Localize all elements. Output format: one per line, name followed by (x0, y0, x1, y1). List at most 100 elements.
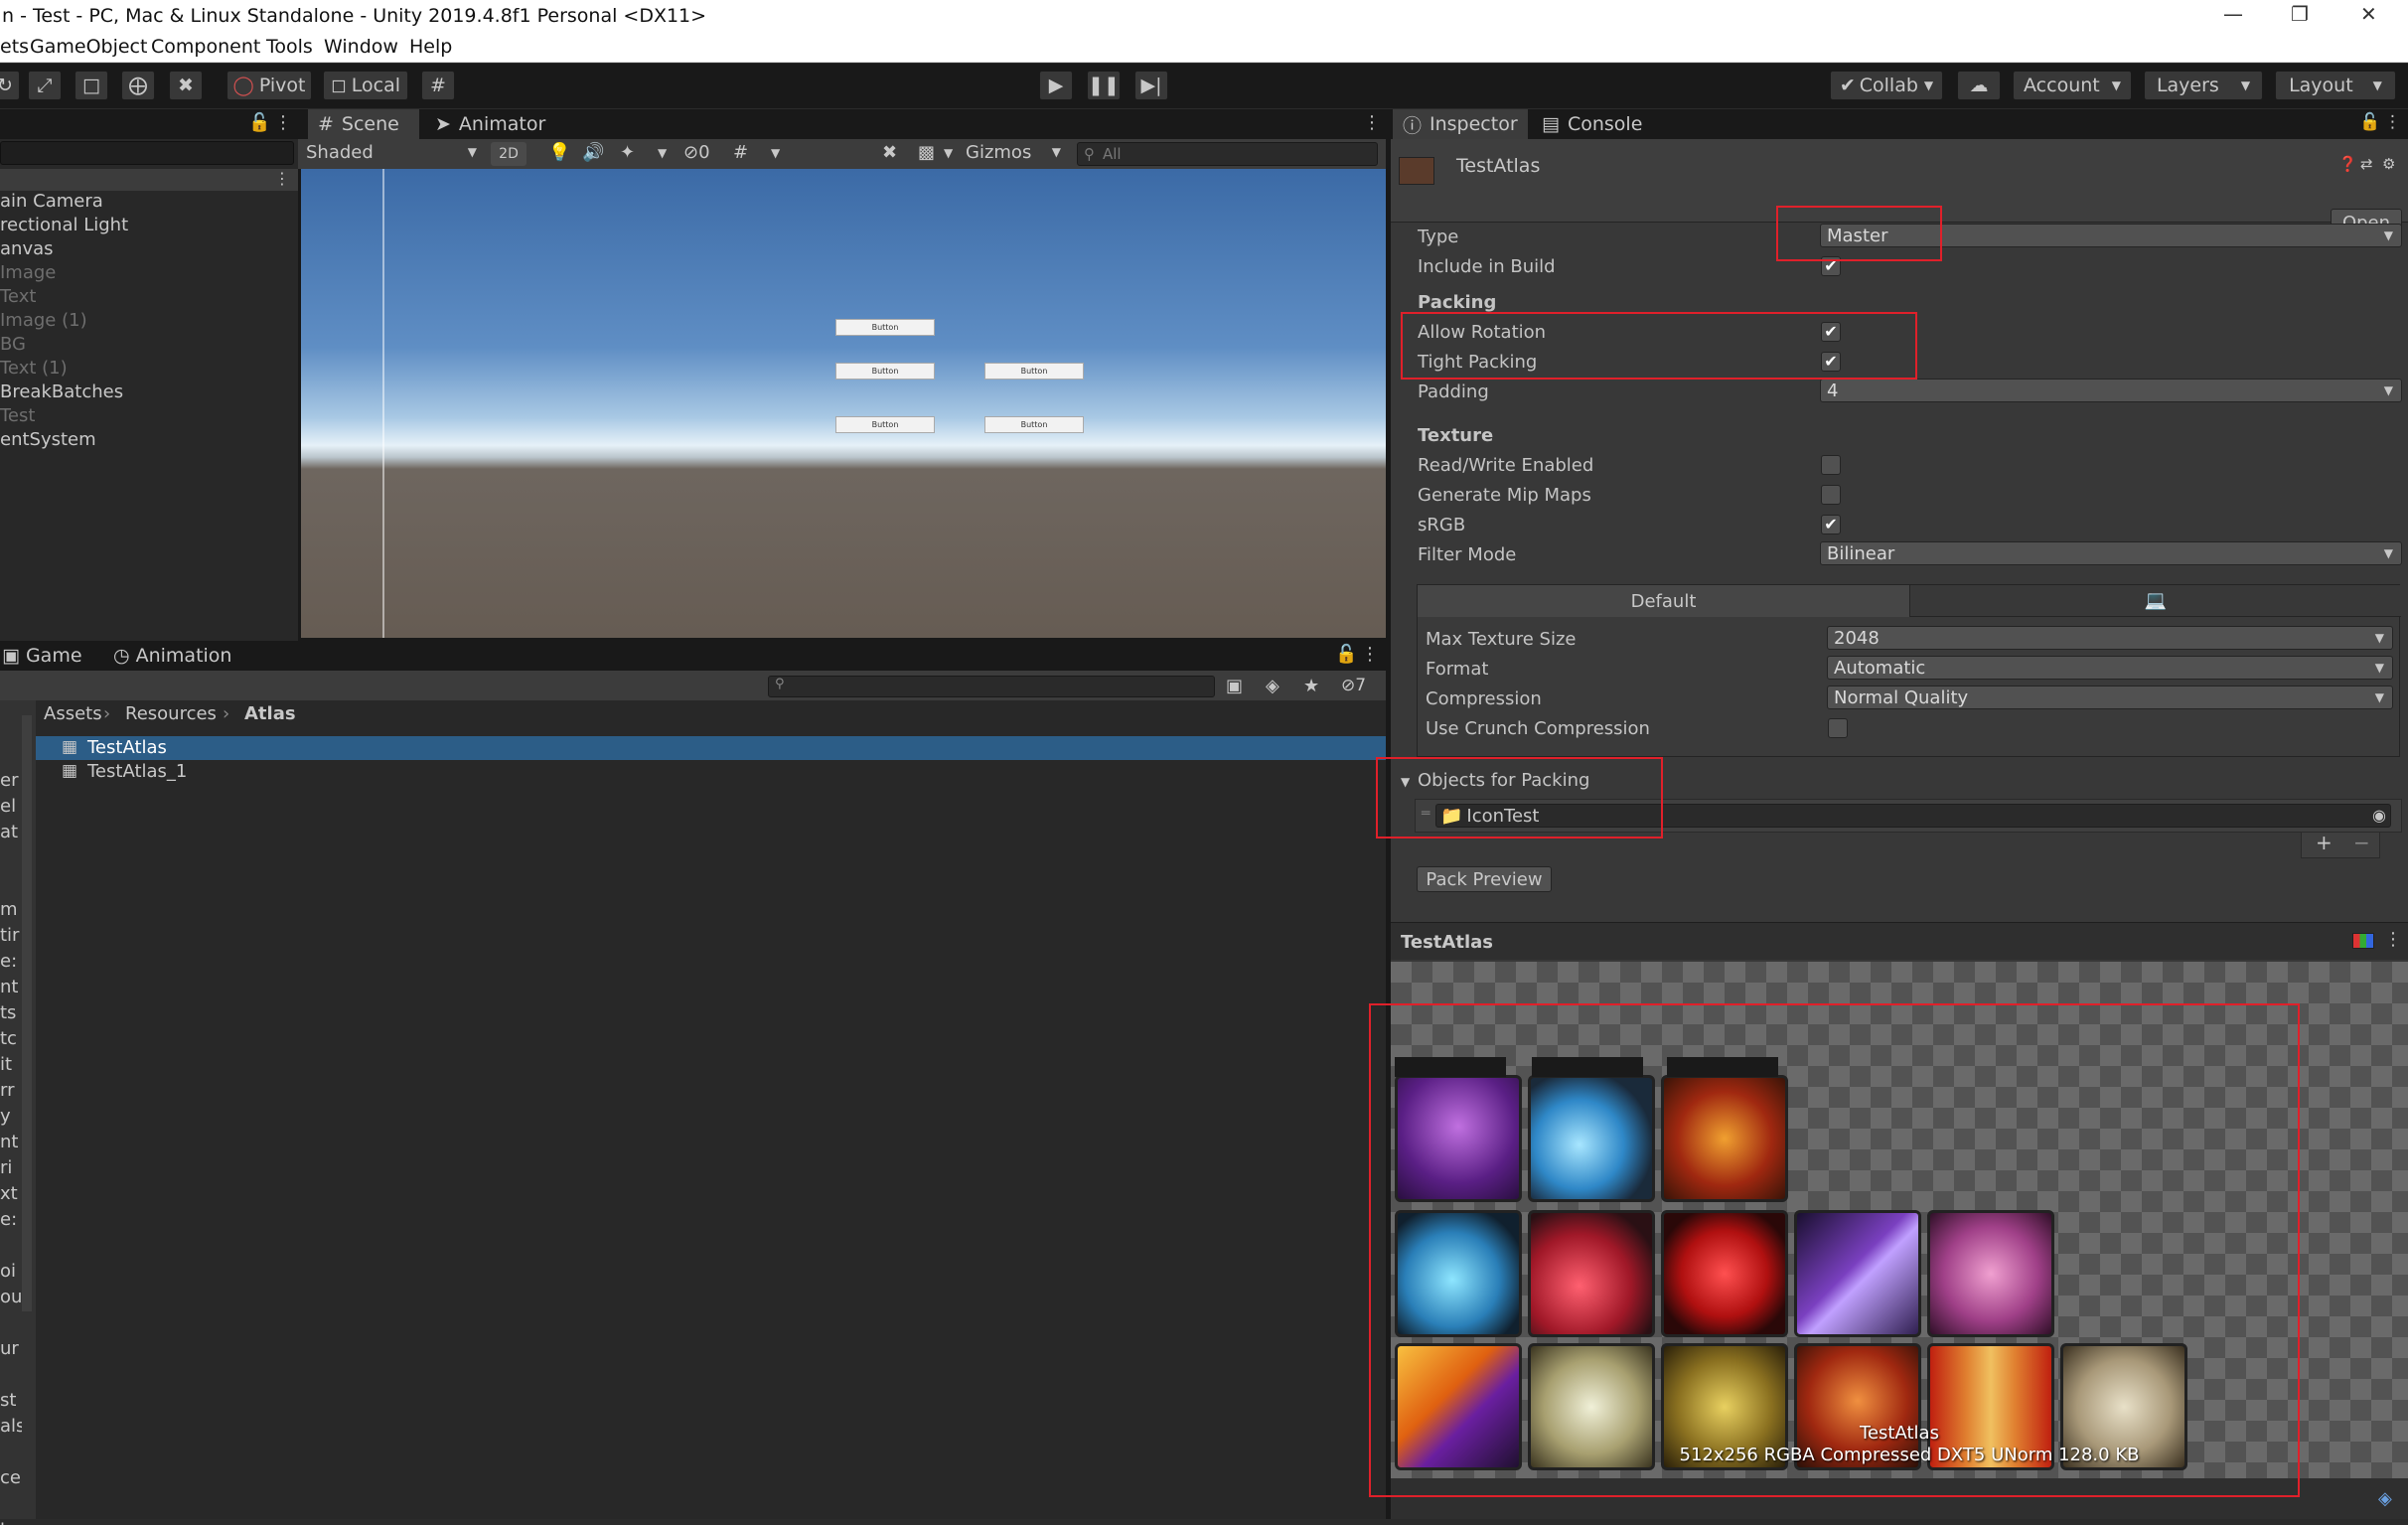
file-row[interactable]: ▦ TestAtlas_1 (36, 760, 1386, 784)
remove-icon[interactable]: − (2353, 831, 2370, 854)
scale-tool-icon[interactable]: ⤢ (28, 71, 62, 100)
menu-tools[interactable]: Tools (266, 36, 313, 58)
filter-type-icon[interactable]: ▣ (1226, 676, 1243, 696)
star-icon[interactable]: ★ (1303, 676, 1319, 696)
collab-dropdown[interactable]: ✔ Collab ▼ (1830, 71, 1943, 100)
scene-ui-button[interactable]: Button (984, 363, 1084, 380)
hierarchy-item[interactable]: entSystem (0, 429, 96, 450)
folder-tree-item[interactable]: e: (0, 1209, 17, 1230)
more-icon[interactable]: ⋮ (1363, 112, 1381, 133)
menu-assets[interactable]: ets (0, 36, 29, 58)
folder-tree-item[interactable]: ou (0, 1287, 22, 1307)
more-icon[interactable]: ⋮ (1361, 644, 1379, 665)
folder-tree-item[interactable]: ur (0, 1338, 19, 1359)
breadcrumb-resources[interactable]: Resources (125, 703, 217, 724)
folder-tree-item[interactable]: ts (0, 1002, 16, 1023)
tools-icon[interactable]: ✖ (882, 142, 897, 163)
folder-tree-item[interactable]: st (0, 1390, 16, 1411)
folder-tree-item[interactable]: tc (0, 1028, 17, 1049)
mip-maps-checkbox[interactable] (1821, 485, 1841, 505)
folder-tree-item[interactable]: rr (0, 1080, 14, 1101)
breadcrumb-assets[interactable]: Assets (44, 703, 102, 724)
toggle-2d-button[interactable]: 2D (491, 142, 527, 166)
tab-console[interactable]: ▤ Console (1532, 109, 1661, 139)
add-icon[interactable]: + (2316, 831, 2333, 854)
hidden-packages-toggle[interactable]: ⊘7 (1341, 676, 1366, 695)
grid-icon[interactable]: # (733, 142, 748, 163)
file-row-selected[interactable]: ▦ TestAtlas (36, 736, 1386, 760)
folder-tree-scrollbar[interactable] (22, 715, 32, 1311)
gear-icon[interactable]: ⚙ (2382, 155, 2395, 173)
layers-dropdown[interactable]: Layers ▼ (2144, 71, 2263, 100)
account-dropdown[interactable]: Account ▼ (2013, 71, 2132, 100)
folder-tree-item[interactable]: y (0, 1106, 11, 1127)
project-search-input[interactable]: ⚲ (768, 676, 1215, 697)
more-icon[interactable]: ⋮ (274, 112, 292, 133)
lock-icon[interactable]: 🔓 (248, 112, 270, 133)
menu-component[interactable]: Component (151, 36, 260, 58)
help-icon[interactable]: ❓ (2338, 155, 2357, 173)
more-icon[interactable]: ⋮ (2384, 112, 2401, 132)
folder-tree-item[interactable]: nt (0, 1132, 18, 1152)
menu-help[interactable]: Help (409, 36, 452, 58)
folder-tree-item[interactable]: it (0, 1054, 12, 1075)
hierarchy-item[interactable]: rectional Light (0, 215, 128, 235)
folder-tree-item[interactable]: ts (0, 1519, 16, 1525)
tab-animation[interactable]: ◷ Animation (103, 641, 242, 671)
format-dropdown[interactable]: Automatic ▼ (1827, 656, 2393, 680)
cloud-button[interactable]: ☁ (1957, 71, 2001, 100)
compression-dropdown[interactable]: Normal Quality ▼ (1827, 686, 2393, 709)
scene-ui-button[interactable]: Button (984, 416, 1084, 433)
more-icon[interactable]: ⋮ (274, 169, 290, 188)
object-picker-icon[interactable]: ◉ (2372, 806, 2386, 825)
hierarchy-item[interactable]: BreakBatches (0, 381, 123, 402)
rotate-tool-icon[interactable]: ↻ (0, 71, 20, 100)
lock-icon[interactable]: 🔓 (2359, 112, 2380, 132)
lock-icon[interactable]: 🔓 (1335, 644, 1357, 665)
shading-dropdown[interactable]: Shaded ▼ (306, 142, 477, 163)
hierarchy-item[interactable]: anvas (0, 238, 54, 259)
folder-tree-item[interactable]: m (0, 899, 18, 920)
step-button[interactable]: ▶| (1134, 71, 1168, 100)
local-toggle[interactable]: ◻ Local (323, 71, 408, 100)
folder-tree-item[interactable]: oi (0, 1261, 16, 1282)
scene-viewport[interactable]: Button Button Button Button Button (301, 169, 1386, 638)
folder-tree-item[interactable]: e: (0, 951, 17, 972)
tab-inspector[interactable]: ⓘ Inspector (1393, 109, 1528, 139)
scene-search-input[interactable]: ⚲ All (1077, 142, 1378, 166)
label-icon[interactable]: ◈ (1266, 676, 1279, 696)
camera-icon[interactable]: ▩ (918, 142, 935, 163)
pack-preview-button[interactable]: Pack Preview (1417, 866, 1552, 892)
srgb-checkbox[interactable]: ✔ (1821, 515, 1841, 534)
hierarchy-item[interactable]: Image (0, 262, 56, 283)
folder-tree-item[interactable]: ce (0, 1467, 21, 1488)
scene-ui-button[interactable]: Button (835, 416, 935, 433)
read-write-checkbox[interactable] (1821, 455, 1841, 475)
folder-tree-item[interactable]: at (0, 822, 18, 842)
max-size-dropdown[interactable]: 2048 ▼ (1827, 626, 2393, 650)
folder-tree-item[interactable]: tir (0, 925, 19, 946)
menu-window[interactable]: Window (324, 36, 398, 58)
asset-labels-icon[interactable]: ◈ (2378, 1488, 2392, 1509)
gizmos-dropdown[interactable]: Gizmos ▼ (966, 142, 1061, 163)
hierarchy-item[interactable]: BG (0, 334, 26, 355)
rect-tool-icon[interactable]: □ (75, 71, 108, 100)
breadcrumb-atlas[interactable]: Atlas (244, 703, 296, 724)
hierarchy-item[interactable]: ain Camera (0, 191, 103, 212)
tab-game[interactable]: ▣ Game (0, 641, 91, 671)
close-icon[interactable]: ✕ (2360, 2, 2377, 26)
folder-tree-item[interactable]: er (0, 770, 18, 791)
lighting-icon[interactable]: 💡 (548, 142, 570, 163)
preset-icon[interactable]: ⇄ (2360, 155, 2373, 173)
audio-icon[interactable]: 🔊 (582, 142, 604, 163)
folder-tree-item[interactable]: ri (0, 1157, 12, 1178)
filter-mode-dropdown[interactable]: Bilinear ▼ (1820, 541, 2402, 565)
pivot-toggle[interactable]: ◯ Pivot (226, 71, 312, 100)
effects-icon[interactable]: ✦ (620, 142, 635, 163)
hierarchy-search-input[interactable] (0, 141, 294, 165)
more-icon[interactable]: ⋮ (2384, 929, 2402, 950)
hierarchy-item[interactable]: Test (0, 405, 35, 426)
chevron-down-icon[interactable]: ▼ (658, 146, 667, 160)
hierarchy-item[interactable]: Text (0, 286, 36, 307)
folder-tree-item[interactable]: nt (0, 977, 18, 997)
